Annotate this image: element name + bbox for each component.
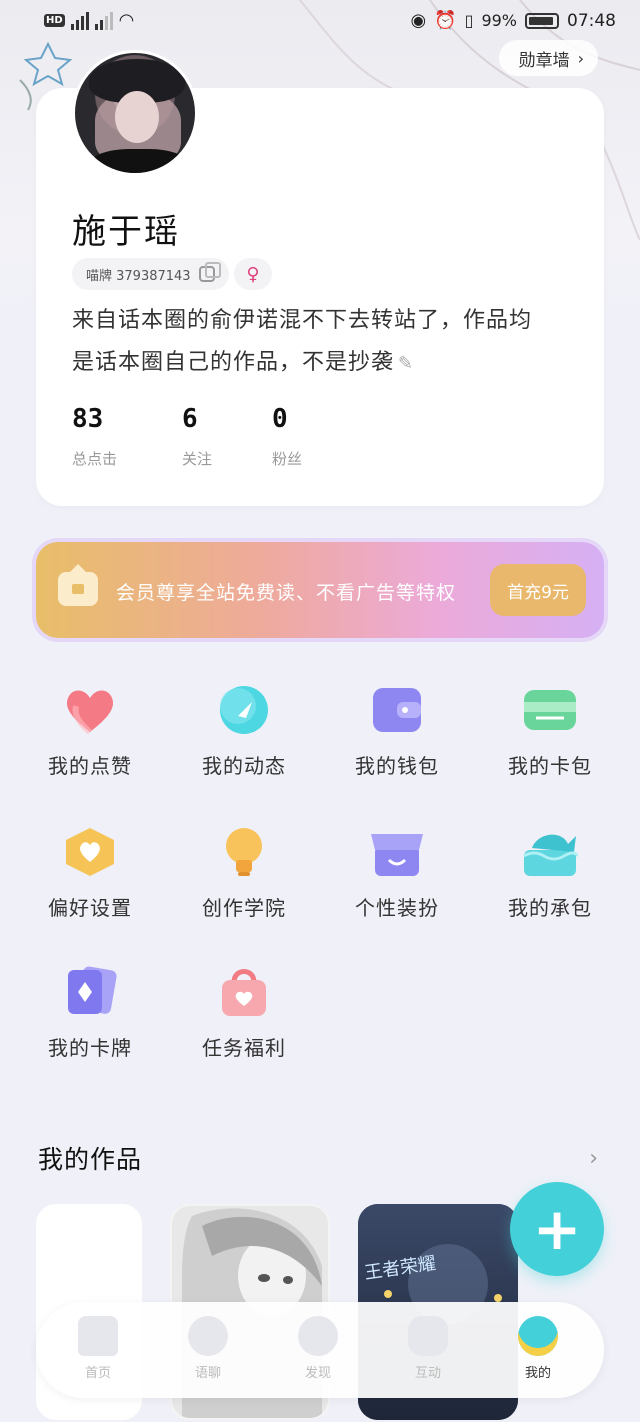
plus-icon: + bbox=[532, 1195, 582, 1263]
badge-wall-button[interactable]: 勋章墙 › bbox=[498, 40, 598, 76]
stat-label: 粉丝 bbox=[272, 450, 303, 468]
grid-item-label: 我的卡牌 bbox=[48, 1036, 132, 1060]
stat-value: 83 bbox=[72, 404, 104, 434]
gender-badge: ♀ bbox=[234, 258, 272, 290]
tab-label: 我的 bbox=[524, 1366, 551, 1381]
grid-item-tasks[interactable]: 任务福利 bbox=[184, 966, 304, 1061]
moment-icon bbox=[216, 684, 272, 736]
grid-item-dressup[interactable]: 个性装扮 bbox=[337, 826, 457, 921]
status-bar: HD ◠ ◉ ⏰ ▯ 99% 07:48 bbox=[0, 0, 640, 44]
chevron-right-icon: › bbox=[577, 48, 584, 68]
tab-label: 语聊 bbox=[194, 1366, 221, 1381]
grid-item-label: 我的钱包 bbox=[355, 754, 439, 778]
avatar[interactable] bbox=[72, 50, 198, 176]
user-name: 施于瑶 bbox=[72, 212, 180, 252]
vibrate-icon: ▯ bbox=[464, 11, 474, 30]
stat-value: 6 bbox=[182, 404, 198, 434]
bottom-tab-bar: 首页 语聊 发现 互动 我的 bbox=[36, 1302, 604, 1398]
grid-item-likes[interactable]: 我的点赞 bbox=[30, 684, 150, 779]
home-icon bbox=[78, 1316, 118, 1356]
signal-icon bbox=[94, 11, 113, 30]
crown-icon bbox=[58, 564, 98, 606]
tab-interact[interactable]: 互动 bbox=[388, 1316, 468, 1381]
clock: 07:48 bbox=[567, 10, 616, 31]
grid-item-wallet[interactable]: 我的钱包 bbox=[337, 684, 457, 779]
grid-item-contract[interactable]: 我的承包 bbox=[490, 826, 610, 921]
vip-recharge-button[interactable]: 首充9元 bbox=[490, 564, 586, 616]
stat-total-clicks[interactable]: 83 总点击 bbox=[72, 404, 117, 469]
stat-value: 0 bbox=[272, 404, 288, 434]
alarm-icon: ⏰ bbox=[434, 10, 457, 31]
cardholder-icon bbox=[522, 684, 578, 736]
create-work-button[interactable]: + bbox=[510, 1182, 604, 1276]
grid-item-cardholder[interactable]: 我的卡包 bbox=[490, 684, 610, 779]
shop-icon bbox=[369, 826, 425, 878]
gift-bag-icon bbox=[216, 966, 272, 1018]
grid-item-label: 我的承包 bbox=[508, 896, 592, 920]
stat-label: 总点击 bbox=[72, 450, 118, 468]
grid-item-moments[interactable]: 我的动态 bbox=[184, 684, 304, 779]
tab-label: 互动 bbox=[414, 1366, 441, 1381]
grid-item-cards[interactable]: 我的卡牌 bbox=[30, 966, 150, 1061]
grid-item-preferences[interactable]: 偏好设置 bbox=[30, 826, 150, 921]
hd-icon: HD bbox=[44, 14, 65, 27]
copy-icon[interactable] bbox=[198, 262, 221, 282]
tab-me[interactable]: 我的 bbox=[498, 1316, 578, 1381]
edit-pencil-icon[interactable]: ✎ bbox=[398, 343, 414, 385]
chevron-right-icon[interactable]: › bbox=[589, 1146, 598, 1171]
female-icon: ♀ bbox=[246, 263, 260, 285]
grid-item-label: 我的卡包 bbox=[508, 754, 592, 778]
preference-icon bbox=[62, 826, 118, 878]
bulb-icon bbox=[216, 826, 272, 878]
grid-item-label: 任务福利 bbox=[202, 1036, 286, 1060]
battery-percent: 99% bbox=[481, 11, 517, 30]
wifi-icon: ◠ bbox=[118, 10, 135, 31]
grid-item-label: 我的点赞 bbox=[48, 754, 132, 778]
grid-item-label: 我的动态 bbox=[202, 754, 286, 778]
voice-chat-icon bbox=[188, 1316, 228, 1356]
bio-line: 是话本圈自己的作品，不是抄袭 bbox=[72, 350, 395, 375]
signal-icon bbox=[70, 11, 89, 30]
wallet-icon bbox=[369, 684, 425, 736]
grid-item-academy[interactable]: 创作学院 bbox=[184, 826, 304, 921]
grid-item-label: 偏好设置 bbox=[48, 896, 132, 920]
tab-label: 发现 bbox=[304, 1366, 331, 1381]
star-doodle-icon bbox=[23, 41, 73, 87]
interact-icon bbox=[408, 1316, 448, 1356]
bio-line: 来自话本圈的俞伊诺混不下去转站了，作品均 bbox=[72, 308, 533, 333]
tab-label: 首页 bbox=[84, 1366, 111, 1381]
stat-label: 关注 bbox=[182, 450, 213, 468]
eye-icon: ◉ bbox=[410, 10, 427, 31]
grid-item-label: 个性装扮 bbox=[355, 896, 439, 920]
grid-item-label: 创作学院 bbox=[202, 896, 286, 920]
stat-followers[interactable]: 0 粉丝 bbox=[272, 404, 302, 469]
vip-text: 会员尊享全站免费读、不看广告等特权 bbox=[116, 582, 457, 604]
tab-discover[interactable]: 发现 bbox=[278, 1316, 358, 1381]
whale-icon bbox=[522, 826, 580, 878]
badge-wall-label: 勋章墙 bbox=[518, 50, 570, 71]
stat-following[interactable]: 6 关注 bbox=[182, 404, 212, 469]
cards-icon bbox=[62, 966, 118, 1018]
tab-home[interactable]: 首页 bbox=[58, 1316, 138, 1381]
me-icon bbox=[518, 1316, 558, 1356]
tab-voice-chat[interactable]: 语聊 bbox=[168, 1316, 248, 1381]
user-bio[interactable]: 来自话本圈的俞伊诺混不下去转站了，作品均 是话本圈自己的作品，不是抄袭 ✎ bbox=[72, 300, 582, 385]
user-id-chip[interactable]: 喵牌 379387143 bbox=[72, 258, 229, 290]
battery-icon bbox=[525, 12, 559, 29]
user-id-label: 喵牌 379387143 bbox=[86, 268, 191, 284]
vip-banner[interactable]: 会员尊享全站免费读、不看广告等特权 首充9元 bbox=[36, 542, 604, 638]
works-section-title: 我的作品 bbox=[38, 1145, 143, 1174]
heart-icon bbox=[62, 684, 118, 736]
discover-icon bbox=[298, 1316, 338, 1356]
